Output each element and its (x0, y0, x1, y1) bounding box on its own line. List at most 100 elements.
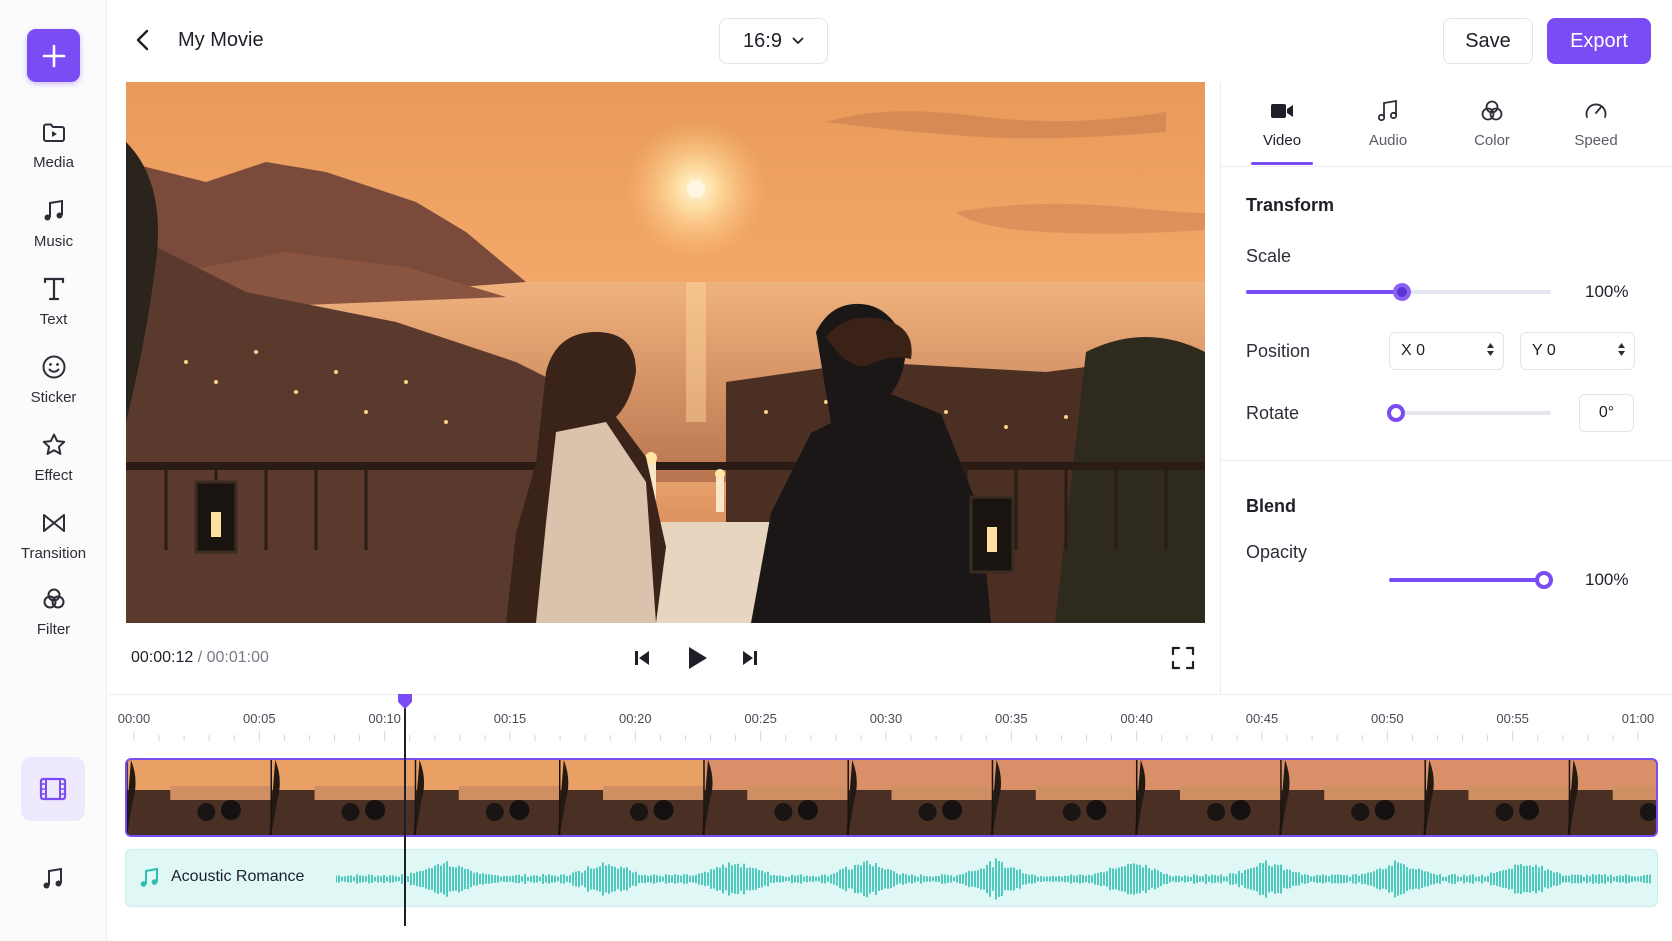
audio-waveform (336, 858, 1651, 900)
skip-back-icon (635, 651, 649, 665)
audio-track-clip[interactable]: Acoustic Romance (125, 849, 1658, 907)
sidebar-item-label: Music (33, 233, 74, 250)
chevron-left-icon (136, 29, 149, 51)
sidebar-item-text[interactable]: Text (0, 275, 107, 328)
sidebar-item-music[interactable]: Music (0, 197, 107, 250)
film-strip-icon (39, 777, 67, 801)
video-thumbnails (127, 760, 1656, 835)
opacity-slider[interactable] (1389, 571, 1553, 589)
tab-video[interactable]: Video (1237, 98, 1327, 149)
timeline-tick-label: 00:10 (368, 711, 401, 726)
timeline-tick-label: 00:20 (619, 711, 652, 726)
color-circles-icon (1481, 100, 1503, 121)
tab-speed[interactable]: Speed (1551, 98, 1641, 149)
section-divider (1221, 460, 1672, 461)
rotate-slider-thumb[interactable] (1387, 404, 1405, 422)
position-y-value: Y 0 (1532, 342, 1556, 359)
tab-label: Color (1474, 132, 1510, 149)
position-y-stepper[interactable] (1618, 343, 1625, 356)
chevron-up-icon (1618, 343, 1625, 348)
aspect-ratio-select[interactable]: 16:9 (719, 18, 828, 64)
total-duration: 00:01:00 (206, 649, 269, 666)
video-camera-icon (1271, 104, 1293, 118)
chevron-down-icon (1618, 351, 1625, 356)
fullscreen-button[interactable] (1170, 645, 1196, 671)
current-time: 00:00:12 (131, 649, 194, 666)
export-button[interactable]: Export (1547, 18, 1651, 64)
smiley-icon (42, 355, 65, 379)
star-icon (42, 433, 65, 455)
timeline-tick-label: 00:30 (869, 711, 903, 726)
opacity-value: 100% (1585, 570, 1629, 589)
sidebar-item-sticker[interactable]: Sticker (0, 353, 107, 406)
rotate-slider[interactable] (1387, 404, 1551, 422)
tab-color[interactable]: Color (1447, 98, 1537, 149)
position-x-stepper[interactable] (1487, 343, 1494, 356)
tab-audio[interactable]: Audio (1343, 98, 1433, 149)
opacity-label: Opacity (1246, 542, 1308, 562)
timeline-ruler[interactable] (124, 731, 1658, 741)
position-x-input[interactable]: X 0 (1389, 332, 1504, 370)
time-separator: / (193, 649, 207, 666)
audio-track-name: Acoustic Romance (171, 868, 305, 885)
timeline-tick-label: 00:50 (1371, 711, 1404, 726)
video-track-clip[interactable] (125, 758, 1658, 837)
skip-forward-icon (743, 651, 757, 665)
back-button[interactable] (130, 27, 156, 53)
sidebar-item-label: Transition (20, 545, 87, 562)
rotate-input[interactable]: 0° (1579, 394, 1634, 432)
timeline-tick-label: 00:25 (744, 711, 777, 726)
left-sidebar: Media Music Text Sticker Effect Transiti… (0, 0, 107, 941)
chevron-down-icon (792, 37, 804, 45)
skip-forward-button[interactable] (738, 646, 762, 670)
chevron-up-icon (1487, 343, 1494, 348)
save-button[interactable]: Save (1443, 18, 1533, 64)
position-y-input[interactable]: Y 0 (1520, 332, 1635, 370)
scale-value: 100% (1585, 282, 1629, 301)
rotate-label: Rotate (1246, 403, 1300, 423)
timeline-tick-label: 00:05 (243, 711, 276, 726)
video-track-toggle[interactable] (21, 757, 85, 821)
position-x-value: X 0 (1401, 342, 1426, 359)
active-tab-indicator (1251, 162, 1313, 165)
timeline-tick-label: 00:40 (1120, 711, 1153, 726)
rotate-value: 0° (1598, 404, 1615, 421)
music-note-icon (43, 867, 62, 889)
timeline-tick-label: 00:55 (1496, 711, 1529, 726)
sidebar-item-transition[interactable]: Transition (0, 509, 107, 562)
speedometer-icon (1585, 103, 1607, 118)
scale-slider-thumb[interactable] (1392, 283, 1411, 301)
tab-label: Audio (1368, 132, 1408, 149)
sidebar-item-media[interactable]: Media (0, 118, 107, 171)
opacity-slider-thumb[interactable] (1535, 571, 1553, 589)
plus-icon (42, 44, 65, 67)
timeline-tick-label: 01:00 (1621, 711, 1655, 726)
music-note-icon (1377, 99, 1398, 122)
blend-heading: Blend (1246, 496, 1297, 516)
music-note-icon (140, 867, 158, 887)
media-folder-icon (42, 123, 65, 142)
playhead-handle[interactable] (396, 692, 414, 710)
scale-slider-fill (1246, 290, 1402, 294)
timecode: 00:00:12 / 00:01:00 (131, 649, 269, 667)
sidebar-item-effect[interactable]: Effect (0, 431, 107, 484)
play-button[interactable] (682, 643, 712, 673)
timeline[interactable]: 00:00 00:05 00:10 00:15 00:20 00:25 00:30 00:35… (108, 694, 1672, 941)
timeline-tick-label: 00:00 (117, 711, 151, 726)
scale-slider[interactable] (1246, 283, 1551, 301)
sidebar-item-label: Text (39, 311, 68, 328)
audio-track-toggle[interactable] (36, 862, 70, 896)
playhead[interactable] (404, 700, 406, 926)
timeline-tick-label: 00:35 (995, 711, 1028, 726)
sidebar-item-label: Sticker (30, 389, 77, 406)
add-button[interactable] (27, 29, 80, 82)
sidebar-item-filter[interactable]: Filter (0, 585, 107, 638)
tab-label: Speed (1574, 132, 1618, 149)
scale-label: Scale (1246, 246, 1292, 266)
skip-back-button[interactable] (630, 646, 654, 670)
timeline-tick-label: 00:45 (1245, 711, 1279, 726)
properties-tabs: Video Audio Color Speed (1221, 82, 1672, 167)
aspect-ratio-value: 16:9 (743, 29, 782, 52)
video-preview[interactable] (126, 82, 1205, 623)
transform-heading: Transform (1246, 195, 1335, 215)
